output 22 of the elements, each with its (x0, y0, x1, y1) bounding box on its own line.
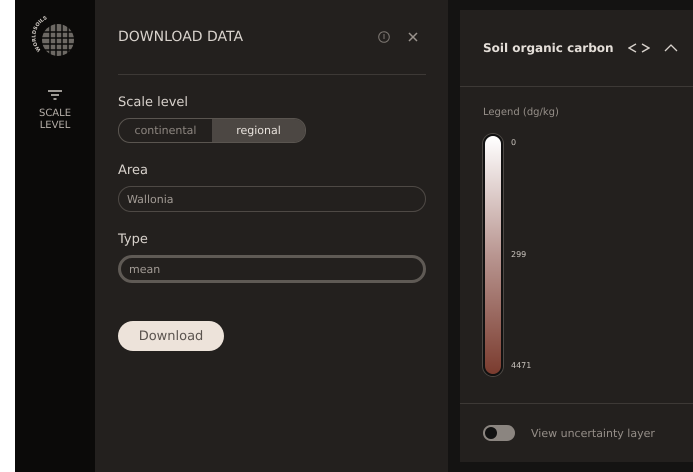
type-field[interactable]: mean (118, 255, 426, 283)
uncertainty-toggle[interactable] (483, 425, 515, 441)
panel-title: DOWNLOAD DATA (118, 29, 244, 45)
field-label: Type (118, 232, 149, 247)
chevron-up-icon[interactable] (664, 44, 678, 52)
scale-tick-label: 0 (511, 138, 518, 147)
field-label: Scale level (118, 95, 190, 110)
download-button[interactable]: Download (118, 321, 224, 351)
scale-tick-label: 4471 (511, 361, 532, 370)
legend-subtitle: Legend (dg/kg) (483, 107, 560, 118)
filter-icon (48, 90, 62, 100)
code-brackets-icon[interactable] (628, 43, 650, 53)
scale-option[interactable]: regional (212, 119, 305, 142)
area-field[interactable]: Wallonia (118, 186, 426, 212)
scale-level-menu-item[interactable]: SCALE LEVEL (35, 90, 75, 132)
layer-title: Soil organic carbon (483, 41, 614, 55)
close-icon[interactable] (408, 32, 418, 42)
scale-tick-label: 299 (511, 250, 528, 258)
info-icon[interactable] (378, 31, 390, 43)
scale-option[interactable]: continental (119, 119, 212, 142)
field-label: Area (118, 163, 149, 178)
toggle-label: View uncertainty layer (531, 426, 655, 440)
